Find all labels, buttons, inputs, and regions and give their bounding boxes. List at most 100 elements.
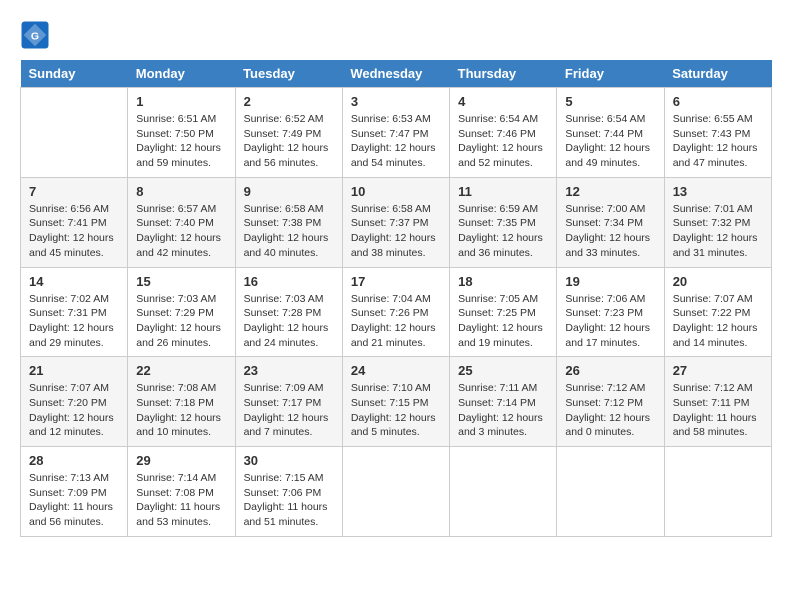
day-info: Sunrise: 7:01 AM Sunset: 7:32 PM Dayligh… [673,202,763,261]
calendar-cell: 28 Sunrise: 7:13 AM Sunset: 7:09 PM Dayli… [21,447,128,537]
day-info: Sunrise: 7:02 AM Sunset: 7:31 PM Dayligh… [29,292,119,351]
day-number: 13 [673,184,763,199]
day-number: 3 [351,94,441,109]
day-number: 2 [244,94,334,109]
logo: G [20,20,54,50]
day-info: Sunrise: 7:15 AM Sunset: 7:06 PM Dayligh… [244,471,334,530]
calendar-cell: 8 Sunrise: 6:57 AM Sunset: 7:40 PM Daylig… [128,177,235,267]
calendar-cell: 16 Sunrise: 7:03 AM Sunset: 7:28 PM Dayli… [235,267,342,357]
day-number: 11 [458,184,548,199]
day-number: 25 [458,363,548,378]
day-number: 15 [136,274,226,289]
calendar-cell [664,447,771,537]
day-number: 14 [29,274,119,289]
calendar-cell: 23 Sunrise: 7:09 AM Sunset: 7:17 PM Dayli… [235,357,342,447]
day-number: 21 [29,363,119,378]
day-number: 29 [136,453,226,468]
day-number: 12 [565,184,655,199]
calendar-cell [450,447,557,537]
calendar-cell: 6Sunrise: 6:55 AM Sunset: 7:43 PM Daylig… [664,88,771,178]
calendar-cell: 10 Sunrise: 6:58 AM Sunset: 7:37 PM Dayli… [342,177,449,267]
day-info: Sunrise: 6:54 AM Sunset: 7:44 PM Dayligh… [565,112,655,171]
day-number: 6 [673,94,763,109]
calendar-cell: 7 Sunrise: 6:56 AM Sunset: 7:41 PM Daylig… [21,177,128,267]
calendar-cell: 26Sunrise: 7:12 AM Sunset: 7:12 PM Dayli… [557,357,664,447]
day-info: Sunrise: 7:13 AM Sunset: 7:09 PM Dayligh… [29,471,119,530]
day-number: 16 [244,274,334,289]
day-info: Sunrise: 7:05 AM Sunset: 7:25 PM Dayligh… [458,292,548,351]
day-info: Sunrise: 7:12 AM Sunset: 7:11 PM Dayligh… [673,381,763,440]
day-info: Sunrise: 6:59 AM Sunset: 7:35 PM Dayligh… [458,202,548,261]
calendar-cell: 29 Sunrise: 7:14 AM Sunset: 7:08 PM Dayli… [128,447,235,537]
day-info: Sunrise: 7:07 AM Sunset: 7:22 PM Dayligh… [673,292,763,351]
calendar-cell: 4 Sunrise: 6:54 AM Sunset: 7:46 PM Daylig… [450,88,557,178]
day-info: Sunrise: 7:06 AM Sunset: 7:23 PM Dayligh… [565,292,655,351]
calendar-cell: 9 Sunrise: 6:58 AM Sunset: 7:38 PM Daylig… [235,177,342,267]
day-number: 23 [244,363,334,378]
day-number: 22 [136,363,226,378]
calendar-cell: 22 Sunrise: 7:08 AM Sunset: 7:18 PM Dayli… [128,357,235,447]
calendar-week-5: 28 Sunrise: 7:13 AM Sunset: 7:09 PM Dayli… [21,447,772,537]
header-day-thursday: Thursday [450,60,557,88]
svg-text:G: G [31,31,39,43]
day-number: 5 [565,94,655,109]
calendar-cell: 19 Sunrise: 7:06 AM Sunset: 7:23 PM Dayli… [557,267,664,357]
calendar-cell: 21 Sunrise: 7:07 AM Sunset: 7:20 PM Dayli… [21,357,128,447]
day-number: 10 [351,184,441,199]
calendar-cell [557,447,664,537]
calendar-cell: 11 Sunrise: 6:59 AM Sunset: 7:35 PM Dayli… [450,177,557,267]
calendar-week-1: 1 Sunrise: 6:51 AM Sunset: 7:50 PM Daylig… [21,88,772,178]
day-number: 9 [244,184,334,199]
day-number: 26 [565,363,655,378]
calendar-cell: 1 Sunrise: 6:51 AM Sunset: 7:50 PM Daylig… [128,88,235,178]
day-number: 8 [136,184,226,199]
day-number: 18 [458,274,548,289]
calendar-cell [342,447,449,537]
day-info: Sunrise: 6:57 AM Sunset: 7:40 PM Dayligh… [136,202,226,261]
day-info: Sunrise: 7:03 AM Sunset: 7:29 PM Dayligh… [136,292,226,351]
day-info: Sunrise: 6:54 AM Sunset: 7:46 PM Dayligh… [458,112,548,171]
day-number: 24 [351,363,441,378]
calendar-cell: 3 Sunrise: 6:53 AM Sunset: 7:47 PM Daylig… [342,88,449,178]
calendar-cell: 15 Sunrise: 7:03 AM Sunset: 7:29 PM Dayli… [128,267,235,357]
calendar-header-row: SundayMondayTuesdayWednesdayThursdayFrid… [21,60,772,88]
calendar-cell: 12 Sunrise: 7:00 AM Sunset: 7:34 PM Dayli… [557,177,664,267]
day-number: 4 [458,94,548,109]
calendar-cell: 5 Sunrise: 6:54 AM Sunset: 7:44 PM Daylig… [557,88,664,178]
day-number: 27 [673,363,763,378]
day-info: Sunrise: 6:58 AM Sunset: 7:38 PM Dayligh… [244,202,334,261]
day-info: Sunrise: 7:07 AM Sunset: 7:20 PM Dayligh… [29,381,119,440]
calendar-week-4: 21 Sunrise: 7:07 AM Sunset: 7:20 PM Dayli… [21,357,772,447]
calendar-cell: 17 Sunrise: 7:04 AM Sunset: 7:26 PM Dayli… [342,267,449,357]
day-number: 28 [29,453,119,468]
calendar-cell: 24 Sunrise: 7:10 AM Sunset: 7:15 PM Dayli… [342,357,449,447]
logo-icon: G [20,20,50,50]
day-info: Sunrise: 6:58 AM Sunset: 7:37 PM Dayligh… [351,202,441,261]
header-day-wednesday: Wednesday [342,60,449,88]
day-info: Sunrise: 7:09 AM Sunset: 7:17 PM Dayligh… [244,381,334,440]
calendar-cell: 14 Sunrise: 7:02 AM Sunset: 7:31 PM Dayli… [21,267,128,357]
day-info: Sunrise: 6:53 AM Sunset: 7:47 PM Dayligh… [351,112,441,171]
calendar-cell: 20Sunrise: 7:07 AM Sunset: 7:22 PM Dayli… [664,267,771,357]
day-info: Sunrise: 7:08 AM Sunset: 7:18 PM Dayligh… [136,381,226,440]
day-info: Sunrise: 7:03 AM Sunset: 7:28 PM Dayligh… [244,292,334,351]
day-info: Sunrise: 7:10 AM Sunset: 7:15 PM Dayligh… [351,381,441,440]
day-number: 17 [351,274,441,289]
day-info: Sunrise: 6:56 AM Sunset: 7:41 PM Dayligh… [29,202,119,261]
header-day-tuesday: Tuesday [235,60,342,88]
calendar-cell [21,88,128,178]
day-info: Sunrise: 7:14 AM Sunset: 7:08 PM Dayligh… [136,471,226,530]
day-info: Sunrise: 7:00 AM Sunset: 7:34 PM Dayligh… [565,202,655,261]
header-day-sunday: Sunday [21,60,128,88]
day-number: 7 [29,184,119,199]
day-info: Sunrise: 6:51 AM Sunset: 7:50 PM Dayligh… [136,112,226,171]
header-day-monday: Monday [128,60,235,88]
calendar-cell: 13 Sunrise: 7:01 AM Sunset: 7:32 PM Dayli… [664,177,771,267]
day-info: Sunrise: 7:04 AM Sunset: 7:26 PM Dayligh… [351,292,441,351]
calendar-cell: 18 Sunrise: 7:05 AM Sunset: 7:25 PM Dayli… [450,267,557,357]
day-number: 1 [136,94,226,109]
day-info: Sunrise: 6:52 AM Sunset: 7:49 PM Dayligh… [244,112,334,171]
day-number: 19 [565,274,655,289]
calendar-week-2: 7 Sunrise: 6:56 AM Sunset: 7:41 PM Daylig… [21,177,772,267]
calendar-week-3: 14 Sunrise: 7:02 AM Sunset: 7:31 PM Dayli… [21,267,772,357]
